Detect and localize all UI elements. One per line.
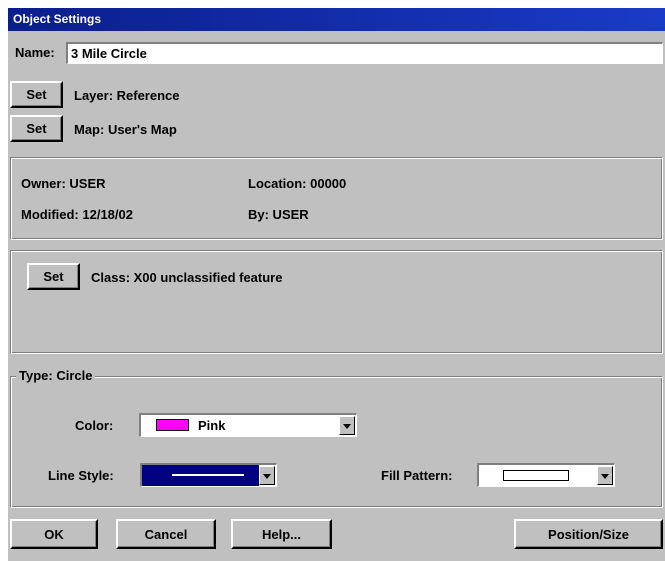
owner-text: Owner: USER — [21, 176, 106, 191]
position-size-button[interactable]: Position/Size — [514, 519, 663, 549]
color-label: Color: — [75, 418, 114, 433]
chevron-down-icon[interactable] — [339, 416, 355, 435]
color-swatch — [156, 419, 189, 431]
cancel-button[interactable]: Cancel — [116, 519, 216, 549]
type-legend: Type: Circle — [16, 368, 96, 383]
object-settings-dialog: Object Settings Name: 3 Mile Circle Set … — [8, 8, 665, 561]
modified-by-text: By: USER — [248, 207, 309, 222]
line-style-dropdown[interactable] — [140, 463, 277, 487]
chevron-down-icon[interactable] — [259, 466, 275, 485]
location-text: Location: 00000 — [248, 176, 347, 191]
modified-text: Modified: 12/18/02 — [21, 207, 133, 222]
info-group: Owner: USER Location: 00000 Modified: 12… — [10, 157, 663, 240]
help-button[interactable]: Help... — [231, 519, 332, 549]
chevron-down-icon[interactable] — [597, 466, 613, 485]
window-title: Object Settings — [13, 12, 102, 26]
line-style-label: Line Style: — [48, 468, 114, 483]
title-bar: Object Settings — [8, 8, 665, 31]
class-text: Class: X00 unclassified feature — [91, 270, 283, 285]
line-style-preview — [142, 465, 259, 486]
fill-pattern-swatch — [503, 470, 569, 481]
type-group: Type: Circle Color: Pink Line Style: Fil… — [10, 368, 663, 508]
fill-pattern-dropdown[interactable] — [477, 463, 615, 487]
solid-line-icon — [172, 474, 244, 476]
color-dropdown[interactable]: Pink — [139, 413, 357, 437]
map-text: Map: User's Map — [74, 122, 177, 137]
set-class-button[interactable]: Set — [27, 263, 80, 290]
color-value: Pink — [198, 418, 226, 433]
layer-text: Layer: Reference — [74, 88, 180, 103]
set-map-button[interactable]: Set — [10, 115, 63, 142]
set-layer-button[interactable]: Set — [10, 81, 63, 108]
name-value: 3 Mile Circle — [71, 46, 147, 61]
name-field[interactable]: 3 Mile Circle — [66, 42, 663, 64]
name-label: Name: — [15, 45, 55, 60]
fill-pattern-label: Fill Pattern: — [381, 468, 453, 483]
class-group: Set Class: X00 unclassified feature — [10, 250, 663, 354]
ok-button[interactable]: OK — [10, 519, 98, 549]
